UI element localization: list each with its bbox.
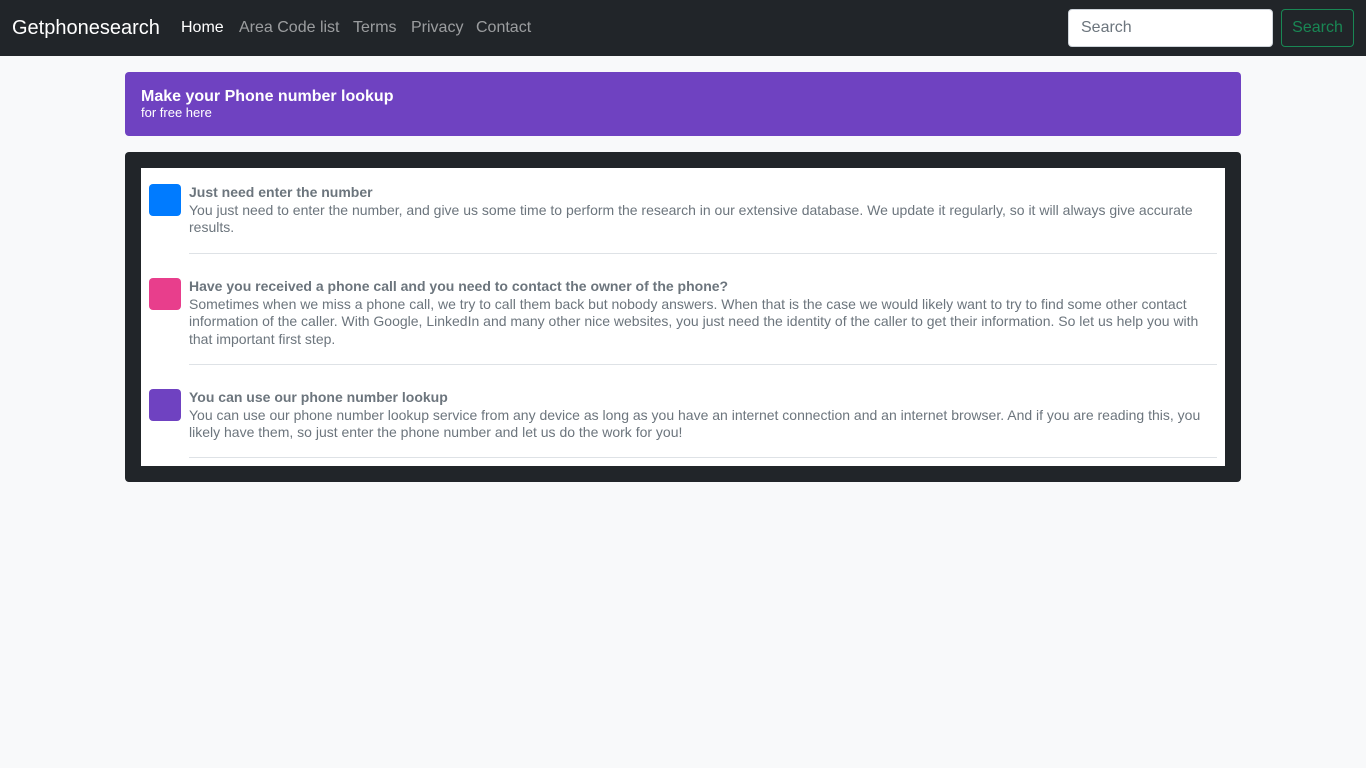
banner-subtitle: for free here <box>141 105 212 120</box>
feature-description: Sometimes when we miss a phone call, we … <box>189 295 1199 347</box>
search-button[interactable]: Search <box>1281 9 1354 47</box>
features-card: Just need enter the number You just need… <box>141 168 1225 466</box>
feature-text: Have you received a phone call and you n… <box>189 278 1217 348</box>
feature-color-square-icon <box>149 389 181 421</box>
feature-color-square-icon <box>149 278 181 310</box>
feature-color-square-icon <box>149 184 181 216</box>
feature-description: You just need to enter the number, and g… <box>189 201 1193 236</box>
nav-link-privacy[interactable]: Privacy <box>411 18 463 38</box>
navbar: Getphonesearch Home Area Code list Terms… <box>0 0 1366 56</box>
feature-title: You can use our phone number lookup <box>189 389 448 405</box>
feature-divider <box>189 364 1217 365</box>
feature-text: You can use our phone number lookup You … <box>189 389 1217 442</box>
search-input[interactable] <box>1068 9 1273 47</box>
nav-link-terms[interactable]: Terms <box>353 18 397 38</box>
brand-link[interactable]: Getphonesearch <box>12 15 160 41</box>
nav-link-contact[interactable]: Contact <box>476 18 531 38</box>
feature-description: You can use our phone number lookup serv… <box>189 406 1201 441</box>
feature-divider <box>189 457 1217 458</box>
banner-title: Make your Phone number lookup <box>141 88 394 105</box>
feature-divider <box>189 253 1217 254</box>
hero-banner: Make your Phone number lookup for free h… <box>125 72 1241 136</box>
features-panel: Just need enter the number You just need… <box>125 152 1241 482</box>
feature-title: Just need enter the number <box>189 184 373 200</box>
feature-text: Just need enter the number You just need… <box>189 184 1217 237</box>
nav-link-home[interactable]: Home <box>181 18 224 38</box>
feature-title: Have you received a phone call and you n… <box>189 278 729 294</box>
nav-link-area-code-list[interactable]: Area Code list <box>239 18 340 38</box>
